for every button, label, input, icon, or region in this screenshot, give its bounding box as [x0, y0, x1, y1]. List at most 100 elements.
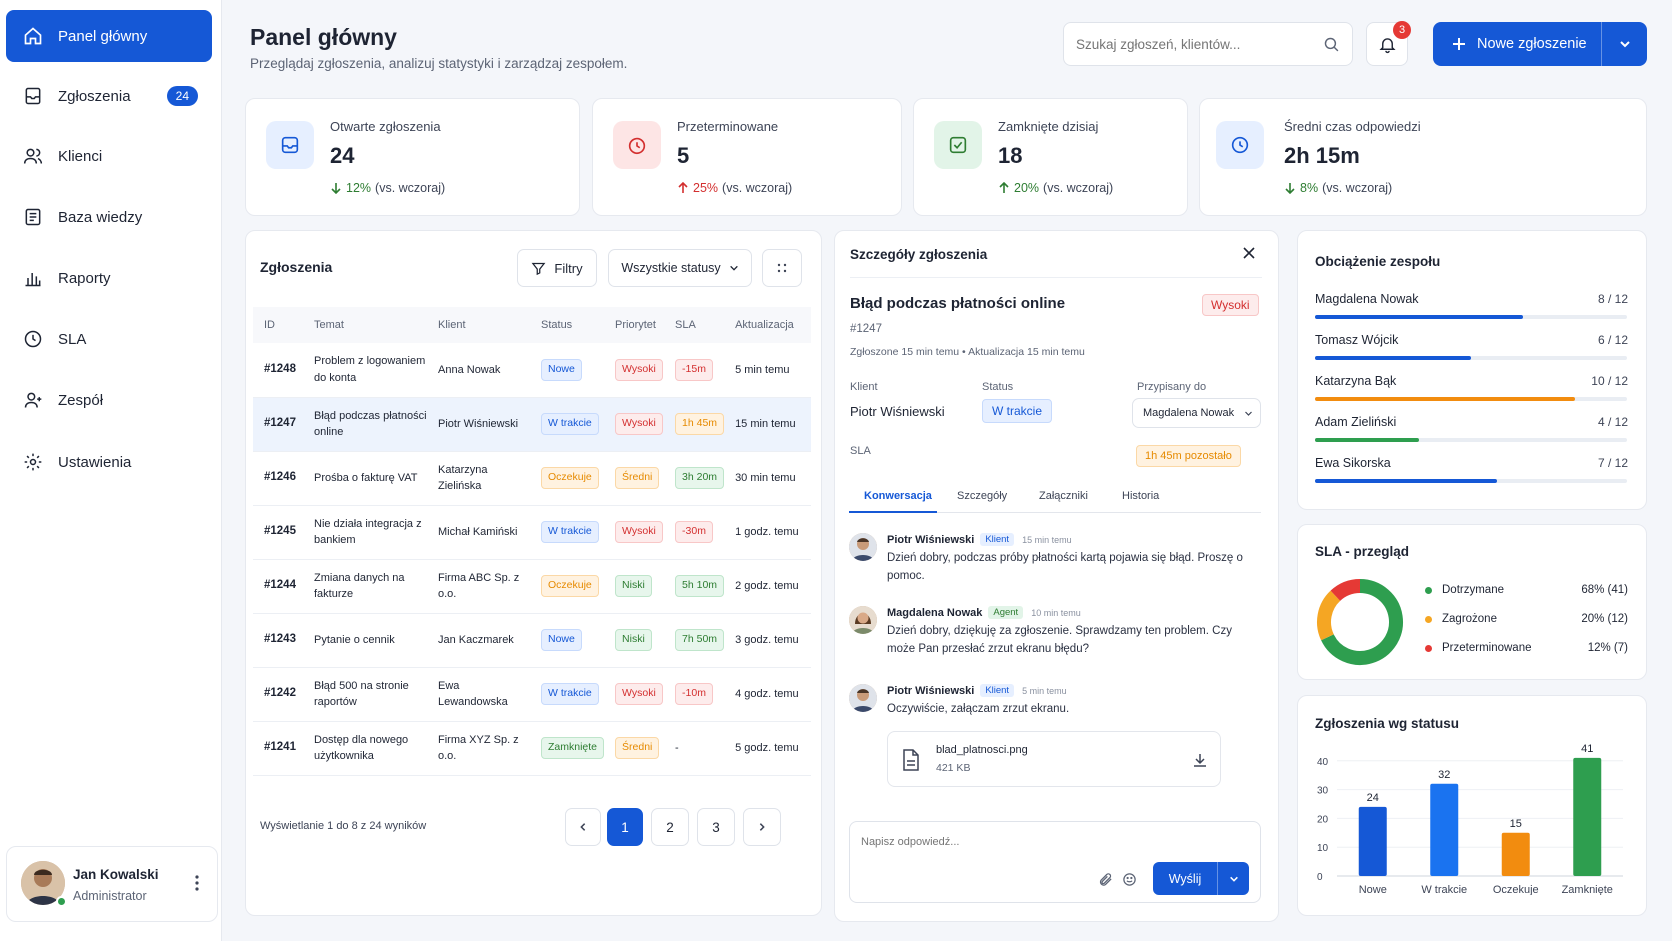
- tab-conversation[interactable]: Konwersacja: [864, 490, 932, 502]
- page-button-3[interactable]: 3: [697, 808, 735, 846]
- tab-details[interactable]: Szczegóły: [957, 490, 1007, 502]
- table-row[interactable]: #1241 Dostęp dla nowego użytkownika Firm…: [253, 721, 811, 776]
- send-button[interactable]: Wyślij: [1153, 862, 1217, 895]
- paperclip-icon[interactable]: [1098, 872, 1113, 887]
- attachment-card[interactable]: blad_platnosci.png 421 KB: [887, 731, 1221, 787]
- sla-label: SLA: [850, 445, 871, 457]
- column-header-client[interactable]: Klient: [427, 307, 530, 343]
- bar-w-trakcie: [1430, 783, 1459, 876]
- close-icon[interactable]: [1242, 246, 1256, 260]
- stat-change-suffix: (vs. wczoraj): [722, 181, 793, 195]
- send-options-button[interactable]: [1217, 862, 1249, 895]
- column-header-subject[interactable]: Temat: [303, 307, 427, 343]
- table-row[interactable]: #1243 Pytanie o cennik Jan Kaczmarek Now…: [253, 613, 811, 668]
- filters-button[interactable]: Filtry: [517, 249, 597, 287]
- next-page-button[interactable]: [743, 808, 781, 846]
- column-header-id[interactable]: ID: [253, 307, 303, 343]
- new-ticket-button[interactable]: Nowe zgłoszenie: [1433, 22, 1601, 66]
- status-badge: W trakcie: [541, 683, 599, 705]
- sidebar-item-sla[interactable]: SLA: [6, 313, 212, 365]
- message: Piotr Wiśniewski Klient 15 min temu Dzie…: [887, 533, 1257, 586]
- more-options-icon[interactable]: [195, 875, 199, 891]
- ticket-id: #1244: [253, 559, 303, 614]
- column-header-sla[interactable]: SLA: [664, 307, 725, 343]
- legend-item: Zagrożone: [1425, 613, 1497, 625]
- bell-icon: [1378, 35, 1397, 54]
- sidebar-item-tickets[interactable]: Zgłoszenia 24: [6, 70, 212, 122]
- tab-history[interactable]: Historia: [1122, 490, 1159, 502]
- status-label: Status: [982, 381, 1014, 393]
- status-badge: Nowe: [541, 358, 582, 381]
- bar-value-label: 24: [1367, 792, 1379, 804]
- detail-status-badge[interactable]: W trakcie: [982, 399, 1053, 423]
- file-icon: [902, 749, 920, 771]
- column-header-priority[interactable]: Priorytet: [604, 307, 665, 343]
- legend-swatch: [1425, 615, 1432, 623]
- table-row[interactable]: #1242 Błąd 500 na stronie raportów Ewa L…: [253, 667, 811, 722]
- status-filter-value: Wszystkie statusy: [621, 261, 721, 275]
- assignee-select[interactable]: Magdalena Nowak: [1132, 398, 1261, 428]
- plus-icon: [1451, 36, 1467, 52]
- ticket-updated: 5 min temu: [724, 343, 811, 398]
- message-text: Oczywiście, załączam zrzut ekranu.: [887, 703, 1070, 715]
- search-box[interactable]: [1063, 22, 1353, 66]
- bar-value-label: 41: [1581, 743, 1593, 755]
- tab-attachments[interactable]: Załączniki: [1039, 490, 1088, 502]
- page-button-1[interactable]: 1: [607, 808, 643, 846]
- priority-badge: Wysoki: [615, 521, 663, 543]
- table-row-selected[interactable]: #1247 Błąd podczas płatności online Piot…: [253, 397, 811, 452]
- sla-badge: 3h 20m: [675, 467, 725, 489]
- user-card[interactable]: Jan Kowalski Administrator: [6, 846, 218, 922]
- user-name: Jan Kowalski: [73, 867, 159, 882]
- check-square-icon: [934, 121, 982, 169]
- sidebar-item-settings[interactable]: Ustawienia: [6, 436, 212, 488]
- ticket-id: #1242: [253, 667, 303, 722]
- sidebar-item-label: Baza wiedzy: [58, 208, 143, 226]
- status-filter-select[interactable]: Wszystkie statusy: [608, 249, 752, 287]
- sidebar-item-knowledge-base[interactable]: Baza wiedzy: [6, 191, 212, 243]
- x-category-label: Oczekuje: [1493, 884, 1539, 895]
- legend-swatch: [1425, 586, 1432, 594]
- donut-slice-zagrożone: [1317, 590, 1341, 641]
- workload-bar-fill: [1315, 356, 1471, 360]
- clock-icon: [22, 328, 44, 350]
- workload-member-name: Magdalena Nowak: [1315, 292, 1419, 306]
- column-header-updated[interactable]: Aktualizacja: [724, 307, 811, 343]
- table-row[interactable]: #1246 Prośba o fakturę VAT Katarzyna Zie…: [253, 451, 811, 506]
- sidebar-item-reports[interactable]: Raporty: [6, 252, 212, 304]
- chevron-left-icon: [578, 822, 588, 832]
- sidebar-item-team[interactable]: Zespół: [6, 374, 212, 426]
- stat-card-open-tickets: Otwarte zgłoszenia 24 12% (vs. wczoraj): [245, 98, 580, 216]
- download-icon[interactable]: [1192, 752, 1208, 768]
- prev-page-button[interactable]: [565, 808, 601, 846]
- ticket-updated: 5 godz. temu: [724, 721, 811, 776]
- ticket-updated: 30 min temu: [724, 451, 811, 506]
- status-badge: Oczekuje: [541, 575, 599, 597]
- reply-input[interactable]: [861, 836, 1101, 860]
- search-icon[interactable]: [1323, 36, 1340, 53]
- notifications-button[interactable]: 3: [1366, 21, 1411, 66]
- divider: [850, 277, 1262, 278]
- new-ticket-dropdown-button[interactable]: [1601, 22, 1647, 66]
- sidebar-item-clients[interactable]: Klienci: [6, 130, 212, 182]
- sla-badge: -15m: [675, 358, 713, 381]
- table-row[interactable]: #1248 Problem z logowaniem do konta Anna…: [253, 343, 811, 398]
- sidebar-item-dashboard[interactable]: Panel główny: [6, 10, 212, 62]
- workload-member-name: Katarzyna Bąk: [1315, 374, 1397, 388]
- table-row[interactable]: #1244 Zmiana danych na fakturze Firma AB…: [253, 559, 811, 614]
- stat-change-value: 25%: [693, 181, 719, 195]
- sla-badge: 7h 50m: [675, 629, 725, 651]
- x-category-label: W trakcie: [1421, 884, 1467, 895]
- sidebar-item-label: Zgłoszenia: [58, 87, 131, 105]
- column-settings-button[interactable]: [762, 249, 802, 287]
- column-header-status[interactable]: Status: [530, 307, 605, 343]
- table-row[interactable]: #1245 Nie działa integracja z bankiem Mi…: [253, 505, 811, 560]
- assigned-label: Przypisany do: [1137, 381, 1207, 393]
- message-time: 5 min temu: [1022, 685, 1067, 696]
- page-button-2[interactable]: 2: [651, 808, 689, 846]
- ticket-id: #1245: [253, 505, 303, 560]
- emoji-icon[interactable]: [1122, 872, 1137, 887]
- workload-member-name: Adam Zieliński: [1315, 415, 1397, 429]
- ticket-subject: Prośba o fakturę VAT: [303, 451, 427, 506]
- search-input[interactable]: [1076, 36, 1323, 52]
